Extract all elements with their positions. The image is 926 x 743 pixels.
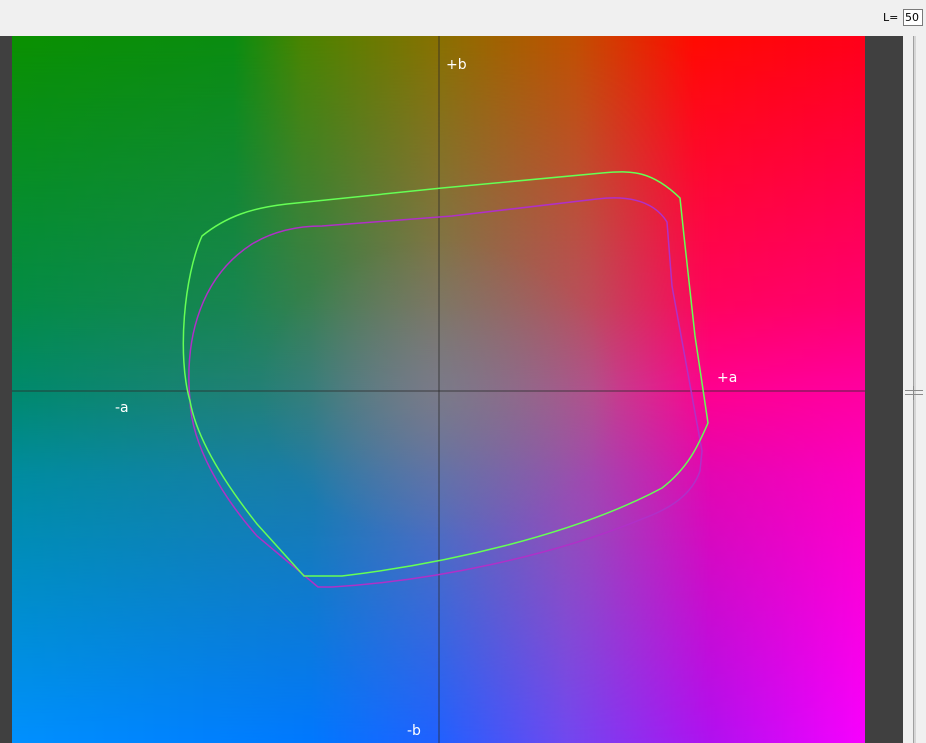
lightness-input[interactable]: 50 [903, 9, 923, 26]
lightness-slider[interactable] [903, 36, 926, 743]
minus-b-label: -b [407, 723, 421, 739]
top-toolbar: L= 50 [0, 0, 926, 36]
plus-b-label: +b [446, 57, 467, 73]
slider-thumb[interactable] [905, 386, 923, 400]
lightness-label: L= [883, 11, 899, 24]
ab-color-plane[interactable]: +b -b +a -a [12, 36, 865, 743]
plus-a-label: +a [717, 370, 737, 386]
minus-a-label: -a [115, 400, 129, 416]
plot-left-margin [0, 36, 12, 743]
plot-right-margin [865, 36, 903, 743]
ab-plane-svg: +b -b +a -a [12, 36, 865, 743]
